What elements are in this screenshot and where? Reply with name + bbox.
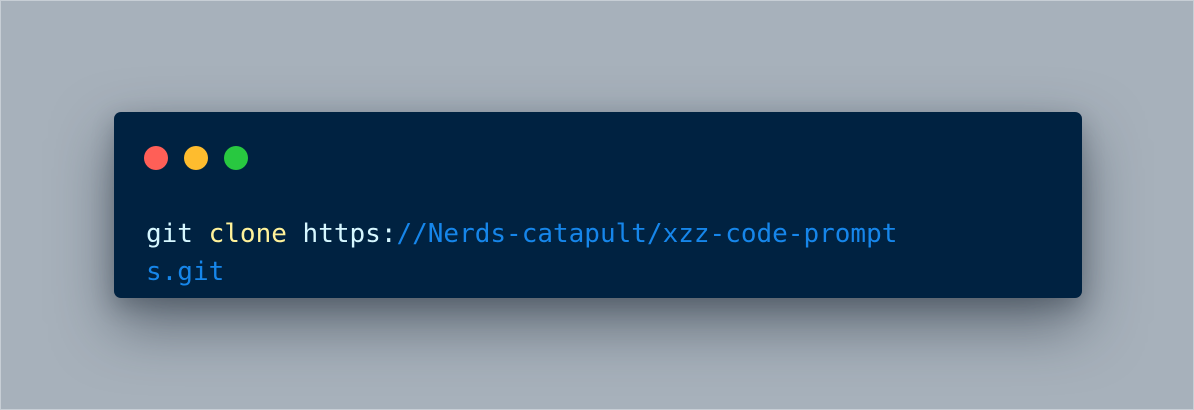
minimize-dot-icon[interactable] [184, 146, 208, 170]
maximize-dot-icon[interactable] [224, 146, 248, 170]
screenshot-canvas: git clone https://Nerds-catapult/xzz-cod… [0, 0, 1194, 410]
protocol-token: https: [302, 219, 397, 249]
code-window: git clone https://Nerds-catapult/xzz-cod… [114, 112, 1082, 298]
code-block: git clone https://Nerds-catapult/xzz-cod… [146, 215, 906, 291]
command-token: git [146, 219, 209, 249]
window-controls [144, 146, 248, 170]
close-dot-icon[interactable] [144, 146, 168, 170]
subcommand-token: clone [208, 219, 303, 249]
